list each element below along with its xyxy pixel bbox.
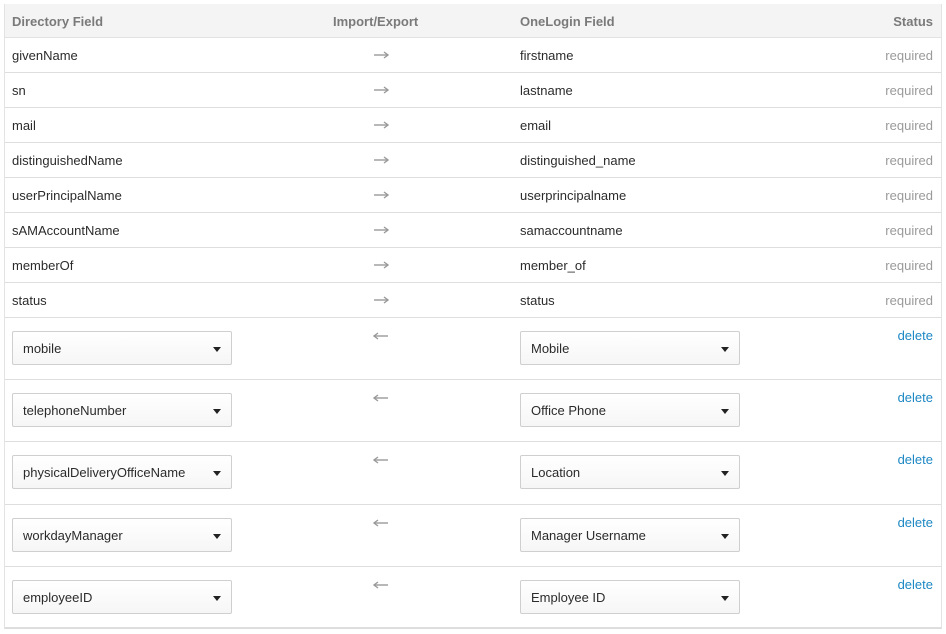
select-value: Office Phone — [531, 403, 606, 418]
onelogin-field-value: samaccountname — [520, 223, 623, 238]
header-directory-field: Directory Field — [12, 14, 104, 29]
status-text: required — [885, 223, 933, 238]
caret-down-icon — [721, 534, 729, 539]
directory-field-select[interactable]: mobile — [12, 331, 232, 365]
onelogin-field-select[interactable]: Manager Username — [520, 518, 740, 552]
onelogin-field-select[interactable]: Office Phone — [520, 393, 740, 427]
arrow-right-icon — [374, 51, 389, 59]
delete-link[interactable]: delete — [898, 328, 933, 343]
select-value: Employee ID — [531, 590, 606, 605]
table-row: userPrincipalName userprincipalname requir… — [5, 178, 941, 213]
arrow-left-icon — [373, 332, 388, 340]
status-text: required — [885, 118, 933, 133]
status-text: required — [885, 258, 933, 273]
status-text: required — [885, 293, 933, 308]
table-row: workdayManager Manager Username delete — [5, 505, 941, 567]
onelogin-field-select[interactable]: Mobile — [520, 331, 740, 365]
table-row: sn lastname required — [5, 73, 941, 108]
directory-field-select[interactable]: telephoneNumber — [12, 393, 232, 427]
select-value: telephoneNumber — [23, 403, 127, 418]
onelogin-field-value: member_of — [520, 258, 586, 273]
onelogin-field-value: userprincipalname — [520, 188, 627, 203]
onelogin-field-select[interactable]: Location — [520, 455, 740, 489]
table-row: mail email required — [5, 108, 941, 143]
directory-field-select[interactable]: employeeID — [12, 580, 232, 614]
table-header: Directory Field Import/Export OneLogin F… — [5, 4, 941, 38]
directory-field-value: givenName — [12, 48, 78, 63]
required-mappings: givenName firstname required sn lastname requ… — [5, 38, 941, 318]
caret-down-icon — [213, 471, 221, 476]
header-onelogin-field: OneLogin Field — [520, 14, 615, 29]
select-value: physicalDeliveryOfficeName — [23, 465, 186, 480]
directory-field-value: sn — [12, 83, 26, 98]
table-row: status status required — [5, 283, 941, 318]
attribute-mapping-table: Directory Field Import/Export OneLogin F… — [4, 4, 942, 629]
header-status: Status — [893, 14, 933, 29]
status-text: required — [885, 48, 933, 63]
arrow-right-icon — [374, 121, 389, 129]
table-row: employeeID Employee ID delete — [5, 567, 941, 628]
arrow-right-icon — [374, 191, 389, 199]
table-row: memberOf member_of required — [5, 248, 941, 283]
table-row: telephoneNumber Office Phone delete — [5, 380, 941, 442]
status-text: required — [885, 83, 933, 98]
directory-field-value: sAMAccountName — [12, 223, 120, 238]
table-row: givenName firstname required — [5, 38, 941, 73]
directory-field-value: status — [12, 293, 47, 308]
arrow-right-icon — [374, 296, 389, 304]
arrow-left-icon — [373, 519, 388, 527]
arrow-right-icon — [374, 261, 389, 269]
select-value: mobile — [23, 341, 62, 356]
status-text: required — [885, 153, 933, 168]
caret-down-icon — [213, 347, 221, 352]
directory-field-value: userPrincipalName — [12, 188, 122, 203]
select-value: employeeID — [23, 590, 93, 605]
directory-field-value: mail — [12, 118, 36, 133]
arrow-right-icon — [374, 226, 389, 234]
arrow-left-icon — [373, 394, 388, 402]
caret-down-icon — [213, 534, 221, 539]
delete-link[interactable]: delete — [898, 515, 933, 530]
select-value: Manager Username — [531, 528, 646, 543]
onelogin-field-value: email — [520, 118, 552, 133]
directory-field-value: distinguishedName — [12, 153, 123, 168]
onelogin-field-value: firstname — [520, 48, 574, 63]
delete-link[interactable]: delete — [898, 390, 933, 405]
caret-down-icon — [213, 596, 221, 601]
onelogin-field-value: status — [520, 293, 555, 308]
onelogin-field-value: distinguished_name — [520, 153, 636, 168]
arrow-right-icon — [374, 86, 389, 94]
directory-field-select[interactable]: physicalDeliveryOfficeName — [12, 455, 232, 489]
select-value: Location — [531, 465, 581, 480]
arrow-left-icon — [373, 581, 388, 589]
status-text: required — [885, 188, 933, 203]
delete-link[interactable]: delete — [898, 577, 933, 592]
arrow-right-icon — [374, 156, 389, 164]
table-row: physicalDeliveryOfficeName Location delete — [5, 442, 941, 505]
caret-down-icon — [721, 409, 729, 414]
header-import-export: Import/Export — [333, 14, 419, 29]
caret-down-icon — [721, 596, 729, 601]
select-value: workdayManager — [23, 528, 123, 543]
arrow-left-icon — [373, 456, 388, 464]
table-row: mobile Mobile delete — [5, 318, 941, 380]
caret-down-icon — [721, 347, 729, 352]
caret-down-icon — [721, 471, 729, 476]
onelogin-field-value: lastname — [520, 83, 573, 98]
select-value: Mobile — [531, 341, 570, 356]
table-row: distinguishedName distinguished_name requi… — [5, 143, 941, 178]
onelogin-field-select[interactable]: Employee ID — [520, 580, 740, 614]
directory-field-value: memberOf — [12, 258, 74, 273]
delete-link[interactable]: delete — [898, 452, 933, 467]
table-row: sAMAccountName samaccountname required — [5, 213, 941, 248]
caret-down-icon — [213, 409, 221, 414]
custom-mappings: mobile Mobile delete telephoneNumber Office … — [5, 318, 941, 628]
directory-field-select[interactable]: workdayManager — [12, 518, 232, 552]
